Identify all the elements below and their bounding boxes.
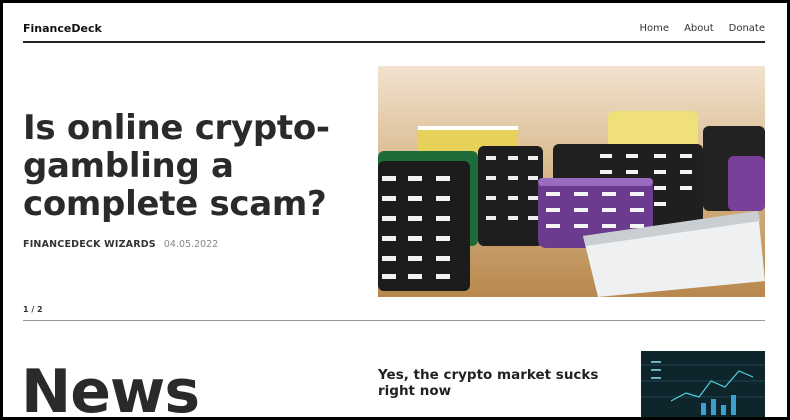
nav-about[interactable]: About xyxy=(684,23,714,34)
hero-title[interactable]: Is online crypto-gambling a complete sca… xyxy=(23,109,363,223)
section-divider xyxy=(23,320,765,321)
site-header: FinanceDeck Home About Donate xyxy=(23,14,765,42)
news-heading: News xyxy=(21,357,200,417)
byline: FINANCEDECK WIZARDS 04.05.2022 xyxy=(23,239,218,250)
casino-chips-photo-icon xyxy=(378,66,765,297)
nav-donate[interactable]: Donate xyxy=(729,23,765,34)
hero-image[interactable] xyxy=(378,66,765,297)
header-divider xyxy=(23,41,765,43)
brand-logo[interactable]: FinanceDeck xyxy=(23,22,102,35)
crypto-chart-photo-icon xyxy=(641,351,765,417)
publish-date: 04.05.2022 xyxy=(163,239,219,250)
page: FinanceDeck Home About Donate Is online … xyxy=(3,3,787,417)
article-thumbnail[interactable] xyxy=(641,351,765,417)
slide-pager[interactable]: 1 / 2 xyxy=(23,305,43,314)
nav-home[interactable]: Home xyxy=(640,23,670,34)
article-title[interactable]: Yes, the crypto market sucks right now xyxy=(378,367,628,399)
main-nav: Home About Donate xyxy=(640,23,765,34)
author[interactable]: FINANCEDECK WIZARDS xyxy=(23,239,156,250)
